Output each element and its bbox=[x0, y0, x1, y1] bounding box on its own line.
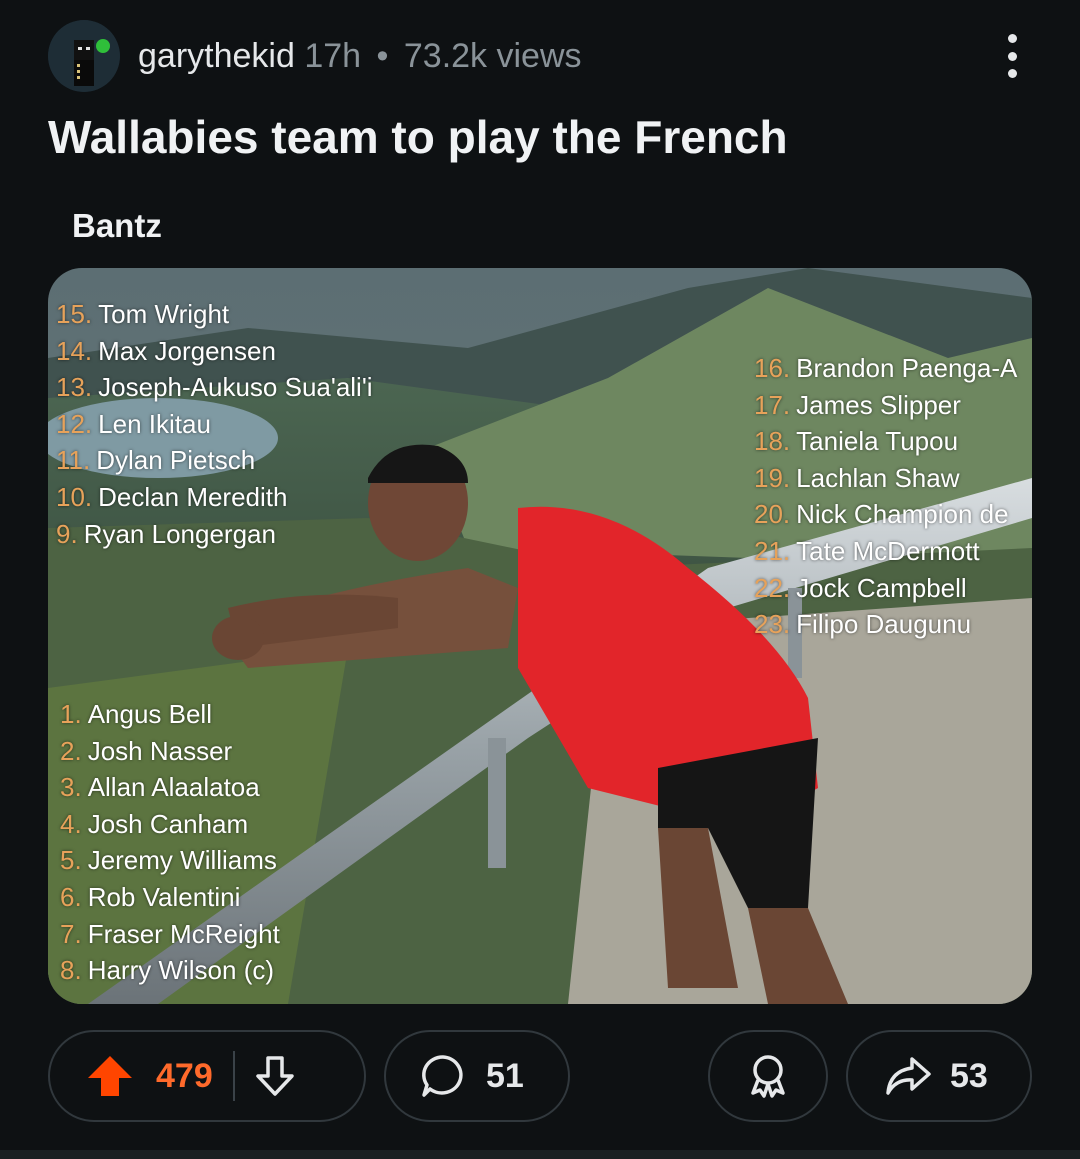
list-item: 23. Filipo Daugunu bbox=[754, 609, 972, 640]
upvote-arrow-icon[interactable] bbox=[86, 1054, 134, 1098]
list-item: 16. Brandon Paenga-A bbox=[754, 353, 1018, 383]
award-button[interactable] bbox=[708, 1030, 828, 1122]
award-icon bbox=[745, 1053, 791, 1099]
upvote-count: 479 bbox=[156, 1056, 213, 1095]
list-item: 5. Jeremy Williams bbox=[60, 845, 277, 876]
post-header: garythekid 17h • 73.2k views bbox=[48, 20, 1032, 92]
list-item: 12. Len Ikitau bbox=[56, 408, 211, 439]
bottom-divider bbox=[0, 1150, 1080, 1159]
forwards-list: 1. Angus Bell 2. Josh Nasser 3. Allan Alaal… bbox=[60, 696, 280, 989]
list-item: 9. Ryan Longergan bbox=[56, 518, 276, 549]
list-item: 13. Joseph-Aukuso Sua'ali'i bbox=[56, 372, 373, 403]
list-item: 22. Jock Campbell bbox=[754, 572, 967, 603]
post-flair: Bantz bbox=[72, 207, 162, 244]
list-item: 7. Fraser McReight bbox=[60, 918, 280, 949]
list-item: 6. Rob Valentini bbox=[60, 881, 241, 912]
post-meta: garythekid 17h • 73.2k views bbox=[138, 36, 582, 76]
share-arrow-icon bbox=[884, 1055, 932, 1097]
bench-list: 16. Brandon Paenga-A 17. James Slipper 18.… bbox=[754, 350, 1017, 643]
list-item: 17. James Slipper bbox=[754, 389, 961, 420]
vote-control: 479 bbox=[48, 1030, 366, 1122]
comment-count: 51 bbox=[486, 1056, 524, 1095]
list-item: 11. Dylan Pietsch bbox=[56, 445, 256, 476]
list-item: 14. Max Jorgensen bbox=[56, 335, 276, 366]
list-item: 18. Taniela Tupou bbox=[754, 426, 959, 457]
view-count: 73.2k views bbox=[403, 37, 582, 75]
post-age: 17h bbox=[304, 37, 362, 75]
list-item: 19. Lachlan Shaw bbox=[754, 462, 960, 493]
list-item: 3. Allan Alaalatoa bbox=[60, 772, 260, 803]
username[interactable]: garythekid bbox=[138, 37, 295, 75]
avatar[interactable] bbox=[48, 20, 120, 92]
share-button[interactable]: 53 bbox=[846, 1030, 1032, 1122]
more-options-icon[interactable] bbox=[992, 34, 1032, 78]
downvote-arrow-icon[interactable] bbox=[253, 1054, 297, 1098]
post-title[interactable]: Wallabies team to play the French bbox=[48, 110, 788, 164]
post-image[interactable]: 15. Tom Wright 14. Max Jorgensen 13. Joseph… bbox=[48, 268, 1032, 1004]
list-item: 1. Angus Bell bbox=[60, 699, 212, 729]
comments-button[interactable]: 51 bbox=[384, 1030, 570, 1122]
backs-list: 15. Tom Wright 14. Max Jorgensen 13. Joseph… bbox=[56, 296, 373, 552]
list-item: 8. Harry Wilson (c) bbox=[60, 955, 275, 986]
list-item: 21. Tate McDermott bbox=[754, 535, 980, 566]
list-item: 10. Declan Meredith bbox=[56, 481, 288, 512]
share-count: 53 bbox=[950, 1056, 988, 1095]
comment-bubble-icon bbox=[420, 1053, 466, 1099]
list-item: 15. Tom Wright bbox=[56, 299, 230, 329]
meta-separator: • bbox=[376, 37, 389, 75]
list-item: 4. Josh Canham bbox=[60, 808, 249, 839]
vote-divider bbox=[232, 1051, 235, 1101]
list-item: 20. Nick Champion de bbox=[754, 499, 1009, 530]
list-item: 2. Josh Nasser bbox=[60, 735, 233, 766]
post-actions: 479 51 53 bbox=[48, 1030, 1032, 1124]
